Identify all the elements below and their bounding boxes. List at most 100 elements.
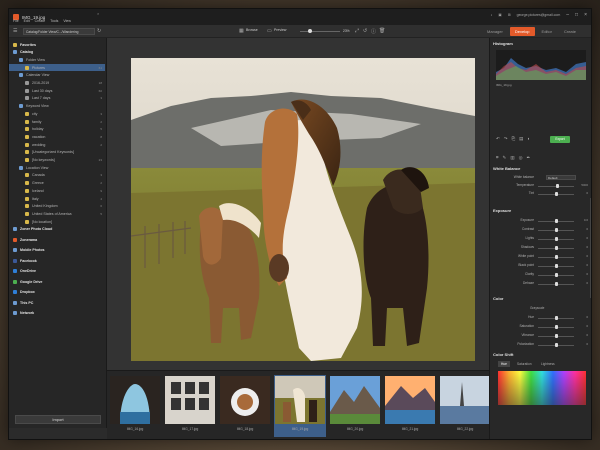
- slider-value[interactable]: 0: [586, 272, 588, 276]
- sidebar-item-11[interactable]: holiday 5: [9, 126, 105, 133]
- grayscale-checkbox[interactable]: Grayscale: [530, 306, 544, 310]
- sidebar-item-19[interactable]: Iceland 9: [9, 187, 105, 194]
- slider-knob[interactable]: [554, 192, 558, 196]
- info-icon[interactable]: ⓘ: [371, 28, 376, 35]
- menu-file[interactable]: File: [13, 19, 19, 23]
- slider-value[interactable]: 0: [586, 281, 588, 285]
- slider-knob[interactable]: [554, 334, 558, 338]
- sidebar-item-21[interactable]: United Kingdom 6: [9, 203, 105, 210]
- slider-value[interactable]: 0: [586, 263, 588, 267]
- thumbnail-image[interactable]: [330, 376, 380, 424]
- slider-knob[interactable]: [554, 325, 558, 329]
- wb-preset-select[interactable]: Default: [546, 175, 576, 180]
- thumbnail-image[interactable]: [275, 376, 325, 424]
- slider-knob[interactable]: [554, 228, 558, 232]
- sidebar-item-22[interactable]: United States of America 5: [9, 210, 105, 217]
- sidebar-item-13[interactable]: wedding 2: [9, 141, 105, 148]
- slider-value[interactable]: 0: [586, 254, 588, 258]
- import-button[interactable]: Import: [15, 415, 101, 424]
- slider-track[interactable]: [538, 192, 574, 196]
- slider-value[interactable]: 0: [586, 236, 588, 240]
- sidebar-item-30[interactable]: Dropbox: [9, 289, 105, 296]
- slider-track[interactable]: [538, 343, 574, 347]
- tab-lightness[interactable]: Lightness: [538, 361, 558, 367]
- tab-editor[interactable]: Editor: [537, 27, 557, 36]
- slider-knob[interactable]: [554, 343, 558, 347]
- sidebar-item-15[interactable]: [No keywords] 23: [9, 157, 105, 164]
- sidebar-toggle-icon[interactable]: ☰: [13, 28, 17, 34]
- filmstrip-item[interactable]: IMG_21.jpg: [384, 375, 436, 437]
- export-button[interactable]: Export: [550, 136, 570, 143]
- sidebar-item-20[interactable]: Italy 4: [9, 195, 105, 202]
- sidebar-item-26[interactable]: Mobile Photos: [9, 247, 105, 254]
- thumbnail-image[interactable]: [220, 376, 270, 424]
- path-input[interactable]: Catalog/Folder View/C.../Wandering: [23, 28, 95, 35]
- menu-edit[interactable]: Edit: [24, 19, 30, 23]
- panel-scrollbar[interactable]: [590, 198, 591, 298]
- sidebar-item-1[interactable]: Catalog: [9, 49, 105, 56]
- sidebar-item-17[interactable]: Canada 3: [9, 172, 105, 179]
- browse-button[interactable]: Browse: [246, 28, 258, 32]
- close-tab-icon[interactable]: ×: [97, 11, 103, 21]
- tab-saturation[interactable]: Saturation: [514, 361, 535, 367]
- slider-knob[interactable]: [554, 255, 558, 259]
- close-button[interactable]: ×: [584, 12, 587, 18]
- thumbnail-image[interactable]: [110, 376, 160, 424]
- slider-knob[interactable]: [556, 184, 560, 188]
- slider-value[interactable]: 0: [586, 191, 588, 195]
- sidebar-item-4[interactable]: Calendar View: [9, 72, 105, 79]
- slider-value[interactable]: 0: [586, 324, 588, 328]
- filmstrip-item[interactable]: IMG_19.jpg: [274, 375, 326, 437]
- slider-track[interactable]: [538, 273, 574, 277]
- menu-create[interactable]: Create: [35, 19, 46, 23]
- slider-track[interactable]: [538, 184, 574, 188]
- tab-manager[interactable]: Manager: [482, 27, 508, 36]
- sidebar-item-31[interactable]: This PC: [9, 299, 105, 306]
- user-email[interactable]: george.pictures@gmail.com: [517, 13, 561, 17]
- sidebar-item-29[interactable]: Google Drive: [9, 278, 105, 285]
- gift-icon[interactable]: ▣: [498, 13, 501, 17]
- delete-icon[interactable]: 🗑: [379, 28, 385, 34]
- rotate-icon[interactable]: ↺: [363, 28, 367, 34]
- sidebar-item-27[interactable]: Facebook: [9, 257, 105, 264]
- filmstrip-item[interactable]: IMG_18.jpg: [219, 375, 271, 437]
- sidebar-item-9[interactable]: city 3: [9, 110, 105, 117]
- sidebar-item-3[interactable]: Pictures 61: [9, 64, 105, 72]
- sidebar-item-12[interactable]: vacation 8: [9, 133, 105, 140]
- cart-icon[interactable]: ⊞: [508, 13, 511, 17]
- slider-knob[interactable]: [554, 264, 558, 268]
- sidebar-item-28[interactable]: OneDrive: [9, 268, 105, 275]
- sidebar-item-2[interactable]: Folder View: [9, 56, 105, 63]
- slider-knob[interactable]: [554, 246, 558, 250]
- sidebar-item-7[interactable]: Last 7 days 3: [9, 95, 105, 102]
- sidebar-item-23[interactable]: [No location]: [9, 218, 105, 225]
- crop-icon[interactable]: ⌗: [496, 155, 499, 161]
- menu-tools[interactable]: Tools: [50, 19, 58, 23]
- slider-track[interactable]: [538, 246, 574, 250]
- slider-knob[interactable]: [554, 273, 558, 277]
- sidebar-item-24[interactable]: Zoner Photo Cloud: [9, 226, 105, 233]
- bell-icon[interactable]: ♪: [491, 13, 493, 17]
- undo-icon[interactable]: ↶: [496, 136, 500, 142]
- paste-icon[interactable]: ▤: [519, 136, 523, 142]
- slider-track[interactable]: [538, 255, 574, 259]
- slider-knob[interactable]: [554, 316, 558, 320]
- slider-knob[interactable]: [554, 219, 558, 223]
- tab-create[interactable]: Create: [559, 27, 581, 36]
- slider-value[interactable]: 5000: [581, 183, 588, 187]
- thumbnail-image[interactable]: [165, 376, 215, 424]
- copy-icon[interactable]: ⎘: [512, 136, 516, 142]
- slider-value[interactable]: 0: [586, 315, 588, 319]
- main-photo[interactable]: [131, 58, 475, 361]
- slider-track[interactable]: [538, 264, 574, 268]
- minimize-button[interactable]: –: [566, 12, 569, 18]
- filmstrip-item[interactable]: IMG_22.jpg: [439, 375, 491, 437]
- sidebar-item-5[interactable]: 2016-2019 18: [9, 80, 105, 87]
- brush-icon[interactable]: ✎: [503, 155, 507, 161]
- maximize-button[interactable]: □: [575, 12, 578, 18]
- zoom-slider[interactable]: [300, 29, 340, 33]
- slider-value[interactable]: 0.0: [584, 218, 588, 222]
- slider-track[interactable]: [538, 219, 574, 223]
- redo-icon[interactable]: ↷: [504, 136, 508, 142]
- hue-shift-area[interactable]: [498, 371, 586, 405]
